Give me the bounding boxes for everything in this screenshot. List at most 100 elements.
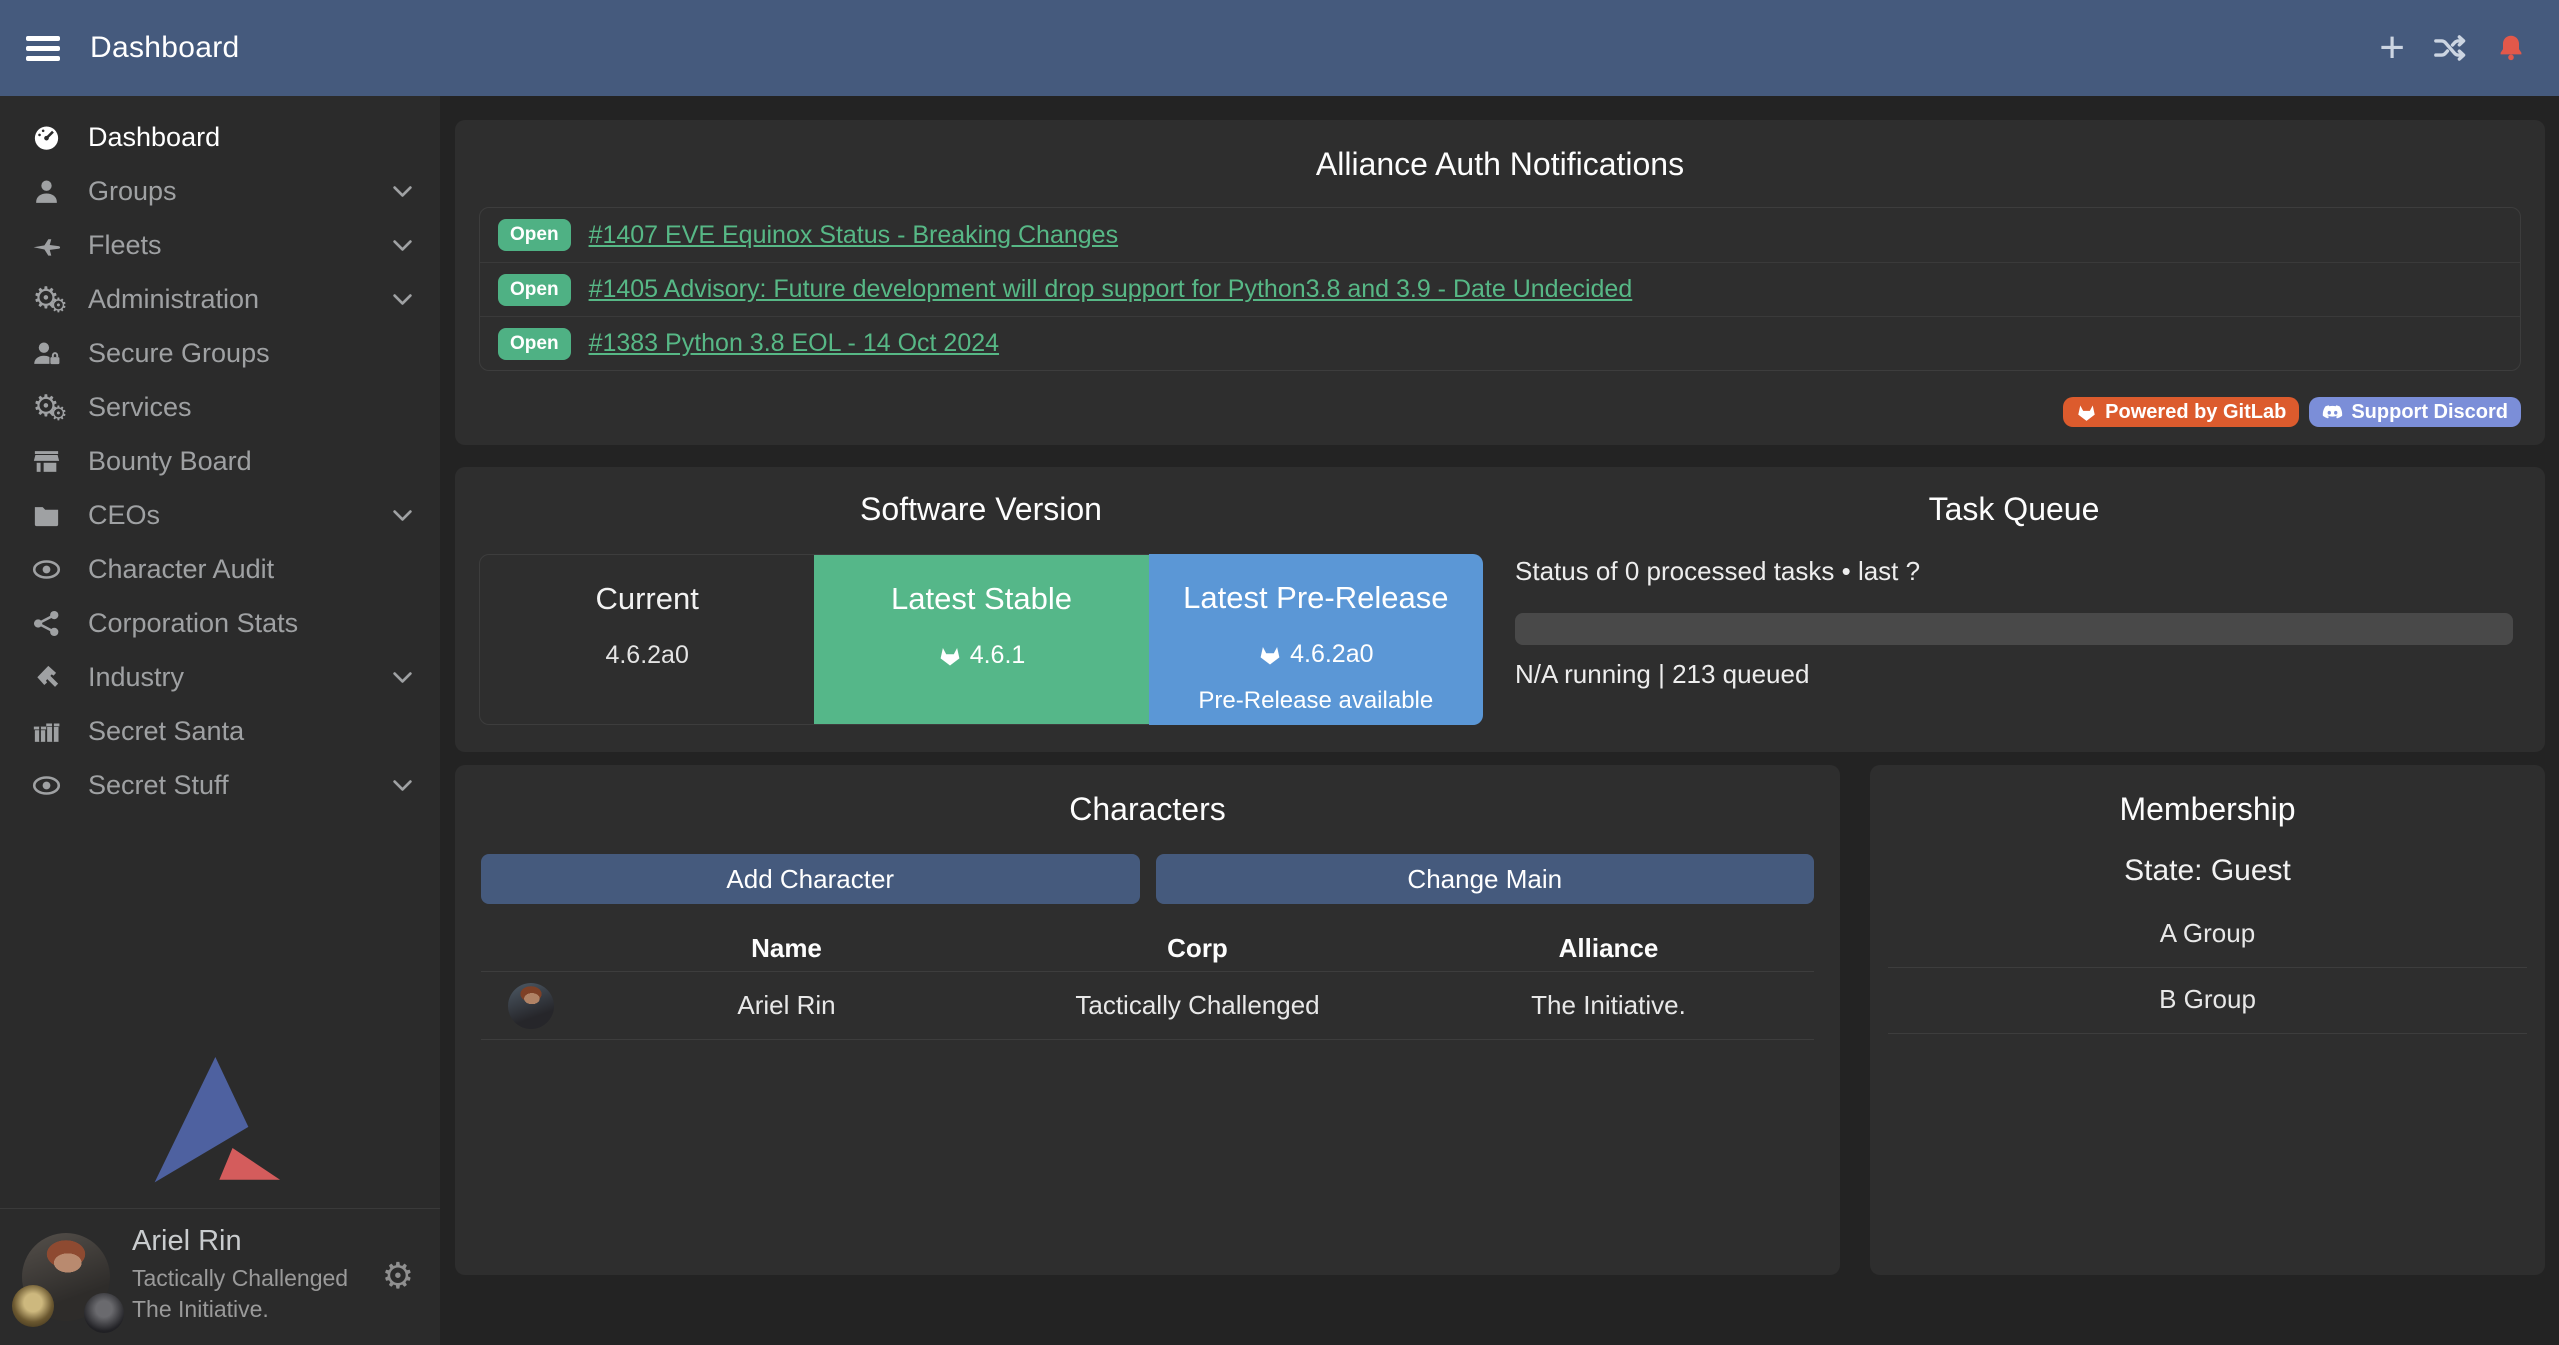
membership-title: Membership — [1870, 765, 2545, 828]
share-icon — [26, 608, 66, 639]
membership-panel: Membership State: Guest A Group B Group — [1870, 765, 2545, 1275]
task-queue-section: Task Queue Status of 0 processed tasks •… — [1507, 467, 2545, 752]
jet-icon — [26, 230, 66, 261]
table-row: Ariel Rin Tactically Challenged The Init… — [481, 972, 1814, 1040]
user-lock-icon — [26, 338, 66, 369]
membership-group: B Group — [1888, 968, 2527, 1034]
cell-corp: Tactically Challenged — [992, 990, 1403, 1021]
discord-icon — [2322, 402, 2343, 423]
sidebar-item-dashboard[interactable]: Dashboard — [0, 110, 440, 164]
chevron-down-icon — [389, 772, 416, 799]
chevron-down-icon — [389, 178, 416, 205]
gitlab-icon — [938, 644, 962, 668]
status-badge: Open — [498, 219, 571, 251]
task-queue-progressbar — [1515, 613, 2513, 645]
alliance-auth-logo — [152, 1053, 284, 1185]
gears-icon: ⚙⚙ — [26, 392, 66, 422]
sidebar-item-bounty-board[interactable]: Bounty Board — [0, 434, 440, 488]
chevron-down-icon — [389, 232, 416, 259]
notification-item: Open #1383 Python 3.8 EOL - 14 Oct 2024 — [480, 316, 2520, 370]
membership-state: State: Guest — [1870, 854, 2545, 888]
table-header-row: Name Corp Alliance — [481, 926, 1814, 972]
characters-panel: Characters Add Character Change Main Nam… — [455, 765, 1840, 1275]
plus-icon: + — [2379, 28, 2405, 68]
add-button[interactable]: + — [2379, 28, 2405, 68]
alliance-logo-badge — [84, 1293, 124, 1333]
user-name: Ariel Rin — [132, 1225, 348, 1258]
gears-icon: ⚙⚙ — [26, 284, 66, 314]
sidebar-item-fleets[interactable]: Fleets — [0, 218, 440, 272]
sidebar-item-groups[interactable]: Groups — [0, 164, 440, 218]
task-queue-title: Task Queue — [1515, 467, 2513, 528]
notifications-title: Alliance Auth Notifications — [455, 120, 2545, 183]
sidebar: Dashboard Groups Fleets ⚙⚙ Administratio… — [0, 96, 440, 1345]
sidebar-item-industry[interactable]: Industry — [0, 650, 440, 704]
main-content: Alliance Auth Notifications Open #1407 E… — [440, 96, 2559, 1345]
notifications-panel: Alliance Auth Notifications Open #1407 E… — [455, 120, 2545, 445]
notification-item: Open #1405 Advisory: Future development … — [480, 262, 2520, 316]
top-navbar: Dashboard + — [0, 0, 2559, 96]
task-queue-status: Status of 0 processed tasks • last ? — [1515, 556, 2513, 587]
software-version-section: Software Version Current 4.6.2a0 Latest … — [455, 467, 1507, 752]
menu-button[interactable] — [26, 31, 60, 66]
software-version-title: Software Version — [455, 467, 1507, 528]
user-alliance: The Initiative. — [132, 1296, 348, 1323]
version-current: Current 4.6.2a0 — [480, 555, 814, 724]
gitlab-badge[interactable]: Powered by GitLab — [2063, 397, 2299, 427]
store-icon — [26, 446, 66, 477]
gear-icon: ⚙ — [382, 1256, 414, 1297]
col-alliance: Alliance — [1403, 933, 1814, 964]
menu-icon — [26, 36, 60, 41]
gauge-icon — [26, 122, 66, 153]
col-name: Name — [581, 933, 992, 964]
software-version-task-queue-panel: Software Version Current 4.6.2a0 Latest … — [455, 467, 2545, 752]
settings-gear-button[interactable]: ⚙ — [382, 1259, 414, 1295]
status-badge: Open — [498, 274, 571, 306]
sidebar-item-secret-stuff[interactable]: Secret Stuff — [0, 758, 440, 812]
sidebar-item-secure-groups[interactable]: Secure Groups — [0, 326, 440, 380]
task-queue-counts: N/A running | 213 queued — [1515, 659, 2513, 690]
chevron-down-icon — [389, 664, 416, 691]
chevron-down-icon — [389, 502, 416, 529]
page-title: Dashboard — [90, 31, 239, 65]
status-badge: Open — [498, 328, 571, 360]
characters-title: Characters — [455, 765, 1840, 828]
eye-icon — [26, 554, 66, 585]
col-corp: Corp — [992, 933, 1403, 964]
chevron-down-icon — [389, 286, 416, 313]
notification-list: Open #1407 EVE Equinox Status - Breaking… — [479, 207, 2521, 371]
sidebar-item-character-audit[interactable]: Character Audit — [0, 542, 440, 596]
change-main-button[interactable]: Change Main — [1156, 854, 1815, 904]
notifications-button[interactable] — [2495, 32, 2527, 64]
user-corp: Tactically Challenged — [132, 1265, 348, 1292]
add-character-button[interactable]: Add Character — [481, 854, 1140, 904]
notification-link[interactable]: #1383 Python 3.8 EOL - 14 Oct 2024 — [589, 329, 999, 358]
cell-alliance: The Initiative. — [1403, 990, 1814, 1021]
cell-name: Ariel Rin — [581, 990, 992, 1021]
sidebar-item-secret-santa[interactable]: Secret Santa — [0, 704, 440, 758]
user-panel: Ariel Rin Tactically Challenged The Init… — [0, 1208, 440, 1345]
version-latest-prerelease: Latest Pre-Release 4.6.2a0 Pre-Release a… — [1149, 554, 1483, 725]
shuffle-icon — [2433, 31, 2467, 65]
membership-group: A Group — [1888, 902, 2527, 968]
gitlab-icon — [2076, 402, 2097, 423]
version-latest-stable: Latest Stable 4.6.1 — [814, 555, 1148, 724]
shuffle-button[interactable] — [2433, 31, 2467, 65]
discord-badge[interactable]: Support Discord — [2309, 397, 2521, 427]
user-icon — [26, 176, 66, 207]
gift-icon — [26, 716, 66, 747]
sidebar-item-ceos[interactable]: CEOs — [0, 488, 440, 542]
sidebar-item-corporation-stats[interactable]: Corporation Stats — [0, 596, 440, 650]
bell-icon — [2495, 32, 2527, 64]
character-avatar — [508, 983, 554, 1029]
version-widget: Current 4.6.2a0 Latest Stable 4.6.1 Late… — [479, 554, 1483, 725]
folder-icon — [26, 500, 66, 531]
sidebar-item-administration[interactable]: ⚙⚙ Administration — [0, 272, 440, 326]
corp-logo-badge — [12, 1285, 54, 1327]
eye-icon — [26, 770, 66, 801]
hammer-icon — [26, 662, 66, 693]
notification-link[interactable]: #1405 Advisory: Future development will … — [589, 275, 1633, 304]
notification-item: Open #1407 EVE Equinox Status - Breaking… — [480, 208, 2520, 262]
sidebar-item-services[interactable]: ⚙⚙ Services — [0, 380, 440, 434]
notification-link[interactable]: #1407 EVE Equinox Status - Breaking Chan… — [589, 221, 1119, 250]
